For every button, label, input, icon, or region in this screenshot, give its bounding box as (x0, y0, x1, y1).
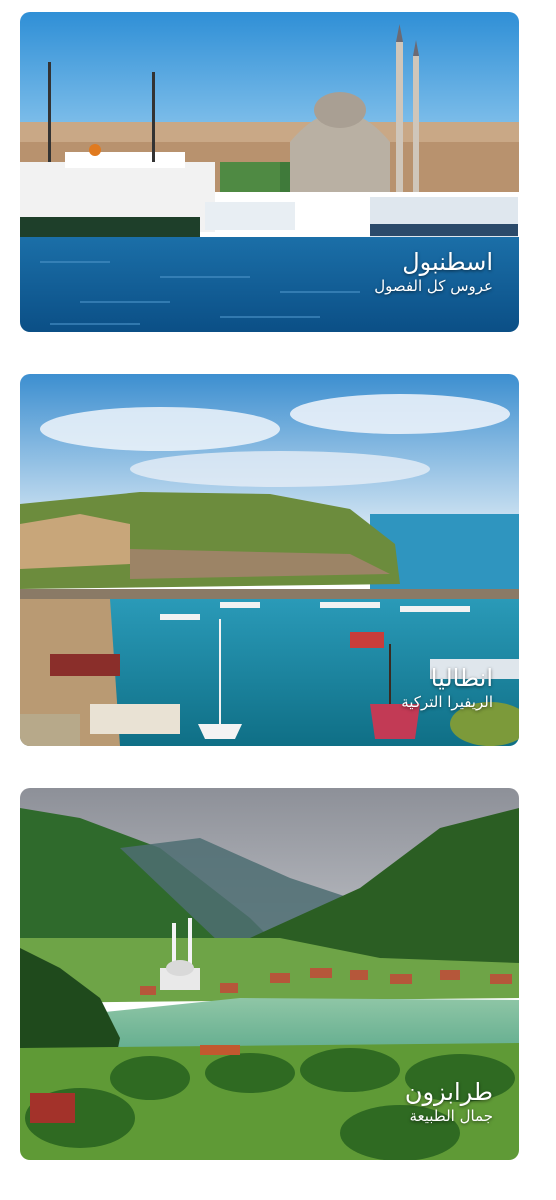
istanbul-caption: اسطنبول عروس كل الفصول (374, 248, 493, 296)
trabzon-caption: طرابزون جمال الطبيعة (405, 1078, 493, 1126)
destination-card-antalya[interactable]: انطاليا الريفيرا التركية (20, 374, 519, 746)
destination-card-trabzon[interactable]: طرابزون جمال الطبيعة (20, 788, 519, 1160)
card-subtitle: الريفيرا التركية (401, 693, 493, 711)
card-title: طرابزون (404, 1078, 493, 1106)
card-title: انطاليا (430, 664, 493, 692)
card-subtitle: عروس كل الفصول (374, 277, 493, 295)
destination-card-istanbul[interactable]: اسطنبول عروس كل الفصول (20, 12, 519, 332)
antalya-caption: انطاليا الريفيرا التركية (401, 664, 493, 712)
card-subtitle: جمال الطبيعة (409, 1107, 493, 1125)
card-title: اسطنبول (402, 248, 493, 276)
